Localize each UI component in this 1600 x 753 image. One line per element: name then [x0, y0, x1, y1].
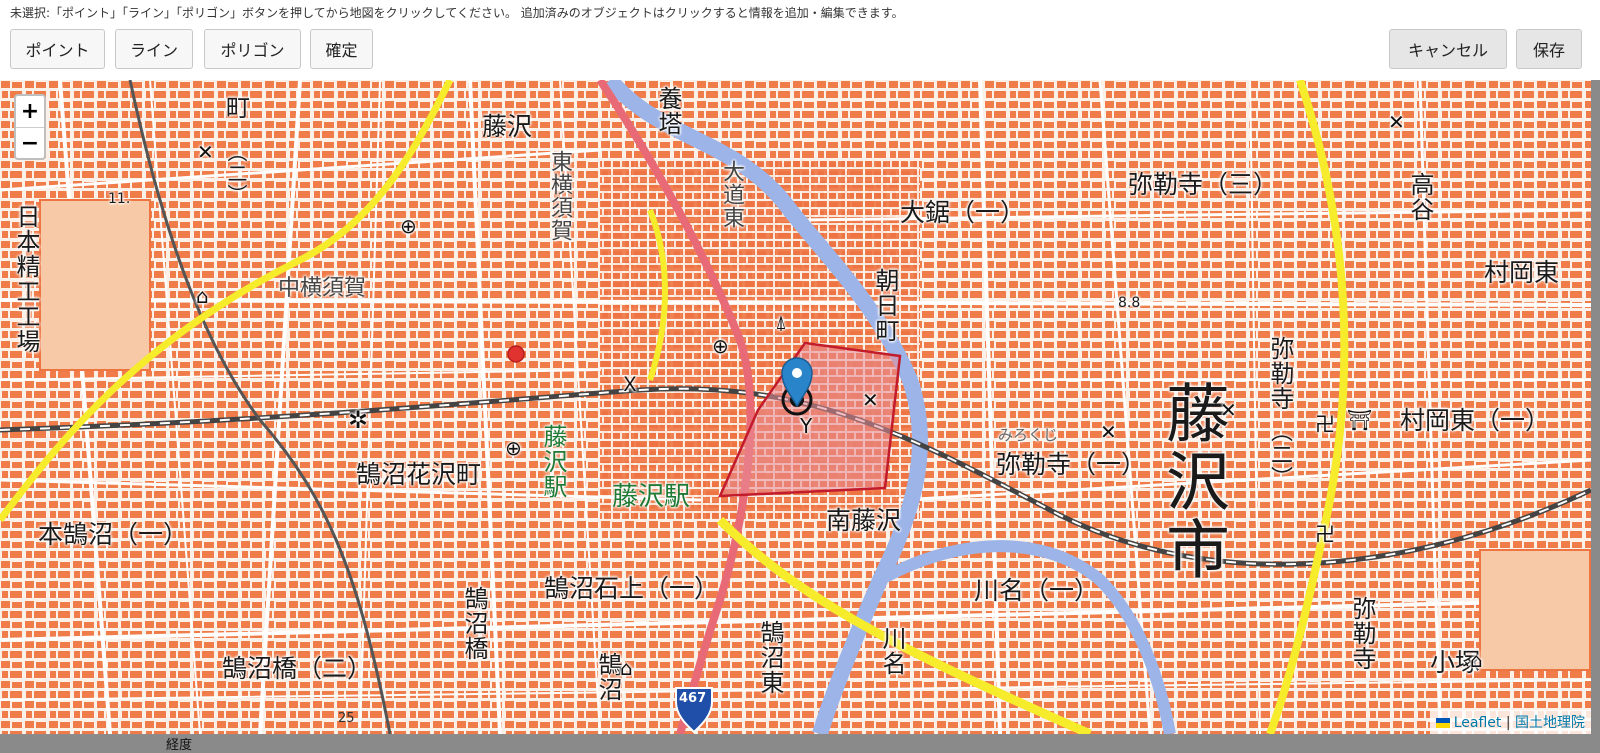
label-kugenuma: 鵠沼 — [594, 652, 622, 702]
police-station-icon: Ｘ — [620, 372, 640, 396]
leaflet-link[interactable]: Leaflet — [1454, 715, 1502, 731]
label-muraoka-higashi: 村岡東 — [1484, 258, 1560, 287]
factory-block — [39, 199, 151, 371]
label-machi: 町 — [226, 94, 250, 122]
label-kugenuma-hanazawacho: 鵠沼花沢町 — [356, 460, 482, 489]
label-miroku-ji-1: 弥勒寺（一） — [996, 450, 1147, 479]
ukraine-flag-icon — [1435, 718, 1450, 728]
zoom-in-button[interactable]: + — [16, 96, 44, 127]
police-box-icon: ✕ — [862, 388, 879, 412]
factory-icon: ✲ — [348, 406, 369, 434]
label-fujisawa-shi: 藤沢市 — [1155, 380, 1229, 584]
label-miroku-ji-vertical: 弥勒寺 — [1266, 336, 1294, 411]
line-button[interactable]: ライン — [115, 29, 193, 69]
cancel-button[interactable]: キャンセル — [1389, 29, 1507, 69]
library-icon: ⌂ — [196, 284, 209, 308]
office-icon: Y — [800, 414, 813, 438]
temple-icon: 卍 — [1315, 412, 1335, 436]
police-box-icon: ✕ — [1388, 110, 1405, 134]
label-keido: 経度 — [166, 738, 193, 753]
label-kawana-1: 川名（一） — [974, 576, 1100, 605]
post-office-icon: ⊕ — [712, 334, 729, 358]
route-467-label: 467 — [679, 691, 707, 706]
editor-panel: 未選択:「ポイント」「ライン」「ポリゴン」ボタンを押してから地図をクリックしてく… — [0, 0, 1600, 80]
label-fujisawa-station-vertical: 藤沢駅 — [539, 424, 567, 499]
label-kugenuma-ishigami: 鵠沼石上（一） — [544, 574, 720, 603]
label-machi-2: （二） — [224, 142, 248, 205]
label-elevation-11: 11. — [108, 191, 131, 207]
confirm-button[interactable]: 確定 — [310, 29, 373, 69]
attribution-separator: | — [1505, 715, 1511, 731]
map-view[interactable]: 藤沢市 藤沢駅 藤沢駅 鵠沼花沢町 本鵠沼（一） 鵠沼石上（一） 鵠沼橋（二） … — [0, 80, 1591, 734]
post-office-icon: ⊕ — [400, 214, 417, 238]
label-muraoka-higashi-1: 村岡東（一） — [1400, 406, 1551, 435]
label-naka-yokosuka: 中横須賀 — [278, 276, 367, 301]
drawn-point[interactable] — [507, 345, 525, 363]
point-button[interactable]: ポイント — [10, 29, 105, 69]
label-asahi-cho: 朝日町 — [871, 268, 899, 343]
police-box-icon: ✕ — [197, 140, 214, 164]
label-higashi-yokosuka: 東横須賀 — [547, 150, 572, 242]
instruction-text: 未選択:「ポイント」「ライン」「ポリゴン」ボタンを押してから地図をクリックしてく… — [10, 6, 904, 20]
attribution: Leaflet | 国土地理院 — [1429, 710, 1591, 734]
zoom-out-button[interactable]: − — [16, 127, 44, 159]
label-daido-higashi: 大道東 — [719, 160, 744, 229]
court-icon: ⍋ — [775, 310, 787, 334]
label-kugenuma-bashi-vertical: 鵠沼橋 — [460, 586, 488, 661]
label-nihon-seiko: 日本精工工場 — [12, 204, 40, 354]
label-minami-fujisawa: 南藤沢 — [826, 506, 902, 535]
label-elevation-8-8: 8.8 — [1118, 295, 1141, 311]
polygon-button[interactable]: ポリゴン — [204, 29, 301, 69]
post-office-icon: ⊕ — [505, 436, 522, 460]
temple-icon: 卍 — [1315, 522, 1335, 546]
label-youkou: 養塔 — [654, 86, 682, 136]
label-miroku-ji-2: （二） — [1267, 420, 1292, 489]
label-kugenumabashi: 鵠沼橋（二） — [222, 654, 373, 683]
police-box-icon: ✕ — [1100, 420, 1117, 444]
label-daigiri-1: 大鋸（一） — [900, 198, 1026, 227]
library-icon: ⌂ — [620, 656, 633, 680]
label-takaya: 高谷 — [1406, 172, 1434, 222]
zoom-control: + − — [14, 94, 46, 160]
save-button[interactable]: 保存 — [1516, 29, 1582, 69]
library-icon: ⌂ — [1470, 648, 1483, 672]
label-miroku-ji-bottom: 弥勒寺 — [1348, 596, 1376, 671]
label-fujisawa-station: 藤沢駅 — [612, 482, 691, 512]
school-block — [1479, 549, 1591, 671]
label-kawana: 川名 — [878, 626, 906, 676]
label-miroku-ji-3: 弥勒寺（三） — [1128, 170, 1279, 199]
label-25: 25 — [338, 711, 355, 726]
police-box-icon: ✕ — [1220, 398, 1237, 422]
gsi-link[interactable]: 国土地理院 — [1515, 715, 1585, 731]
label-miroku-kana: みろくじ — [998, 426, 1059, 444]
label-fujisawa: 藤沢 — [482, 112, 533, 141]
shrine-icon: ⛩ — [1347, 408, 1373, 432]
label-kugenuma-higashi: 鵠沼東 — [756, 620, 784, 695]
label-moto-kugenuma: 本鵠沼（一） — [38, 520, 189, 549]
